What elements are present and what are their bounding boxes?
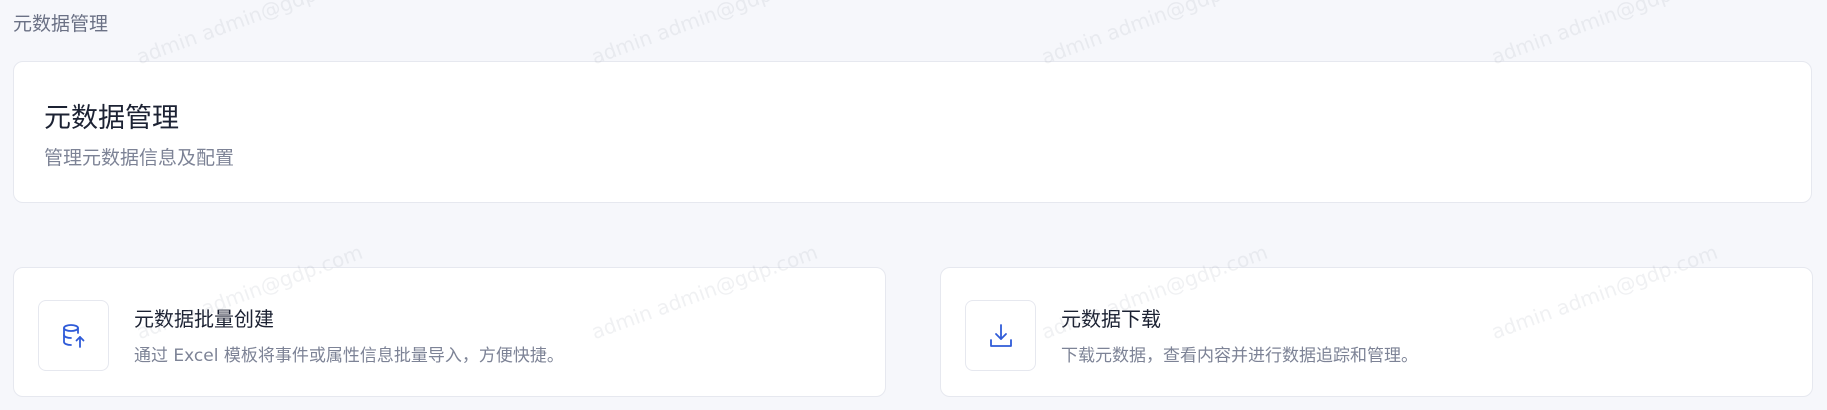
page-title: 元数据管理: [44, 103, 179, 134]
breadcrumb: 元数据管理: [13, 13, 109, 35]
watermark-text: admin admin@gdp.com: [1038, 0, 1271, 70]
download-description: 下载元数据，查看内容并进行数据追踪和管理。: [1061, 346, 1418, 366]
watermark-text: admin admin@gdp.com: [133, 0, 366, 70]
batch-create-icon-box: [38, 300, 109, 371]
download-title: 元数据下载: [1061, 307, 1161, 331]
download-card[interactable]: 元数据下载 下载元数据，查看内容并进行数据追踪和管理。: [940, 267, 1813, 397]
watermark-text: admin admin@gdp.com: [588, 0, 821, 70]
batch-create-description: 通过 Excel 模板将事件或属性信息批量导入，方便快捷。: [134, 346, 564, 366]
batch-create-card[interactable]: 元数据批量创建 通过 Excel 模板将事件或属性信息批量导入，方便快捷。: [13, 267, 886, 397]
batch-create-title: 元数据批量创建: [134, 307, 274, 331]
page-header-card: 元数据管理 管理元数据信息及配置: [13, 61, 1812, 203]
database-upload-icon: [62, 323, 84, 348]
page-subtitle: 管理元数据信息及配置: [44, 147, 235, 169]
download-icon-box: [965, 300, 1036, 371]
watermark-text: admin admin@gdp.com: [1488, 0, 1721, 70]
download-icon: [989, 323, 1012, 347]
